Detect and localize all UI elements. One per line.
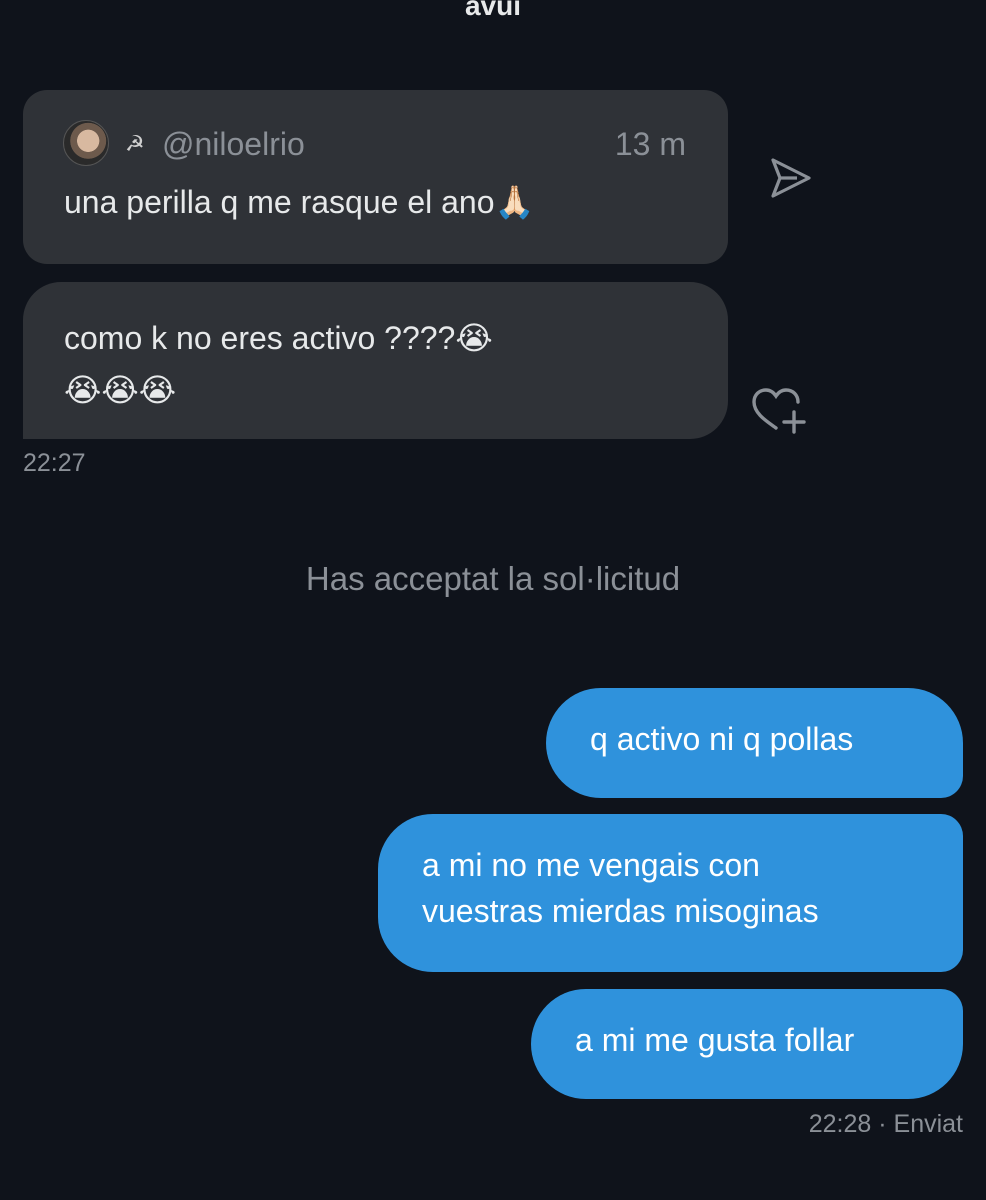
- outgoing-message-bubble[interactable]: q activo ni q pollas: [546, 688, 963, 798]
- outgoing-message-bubble[interactable]: a mi no me vengais con vuestras mierdas …: [378, 814, 963, 972]
- avatar: [63, 120, 109, 166]
- quoted-handle: @niloelrio: [162, 126, 305, 162]
- quoted-time: 13 m: [614, 126, 686, 162]
- quoted-message-card[interactable]: ☭ @niloelrio 13 m una perilla q me rasqu…: [23, 90, 728, 264]
- system-message: Has acceptat la sol·licitud: [305, 560, 681, 597]
- send-icon[interactable]: [768, 155, 814, 201]
- status-label: Enviat: [893, 1110, 963, 1138]
- incoming-message-emojis: 😭😭😭: [64, 372, 177, 408]
- emblem-icon: ☭: [125, 131, 145, 156]
- outgoing-message-bubble[interactable]: a mi me gusta follar: [531, 989, 963, 1099]
- message-text: vuestras mierdas misoginas: [422, 893, 819, 929]
- date-header: avui: [464, 0, 522, 21]
- incoming-message-line: como k no eres activo ????😭: [64, 320, 493, 356]
- message-text: a mi no me vengais con: [422, 847, 760, 883]
- message-text: q activo ni q pollas: [590, 721, 854, 757]
- message-text: a mi me gusta follar: [575, 1022, 855, 1058]
- status-separator: ·: [878, 1110, 887, 1138]
- outgoing-timestamp: 22:28: [808, 1110, 872, 1138]
- quoted-text: una perilla q me rasque el ano🙏🏻: [64, 184, 535, 220]
- heart-plus-icon[interactable]: [750, 386, 808, 436]
- sent-status: 22:28 · Enviat: [809, 1110, 963, 1139]
- incoming-timestamp: 22:27: [23, 449, 86, 477]
- incoming-message-bubble[interactable]: como k no eres activo ????😭 😭😭😭: [23, 282, 728, 439]
